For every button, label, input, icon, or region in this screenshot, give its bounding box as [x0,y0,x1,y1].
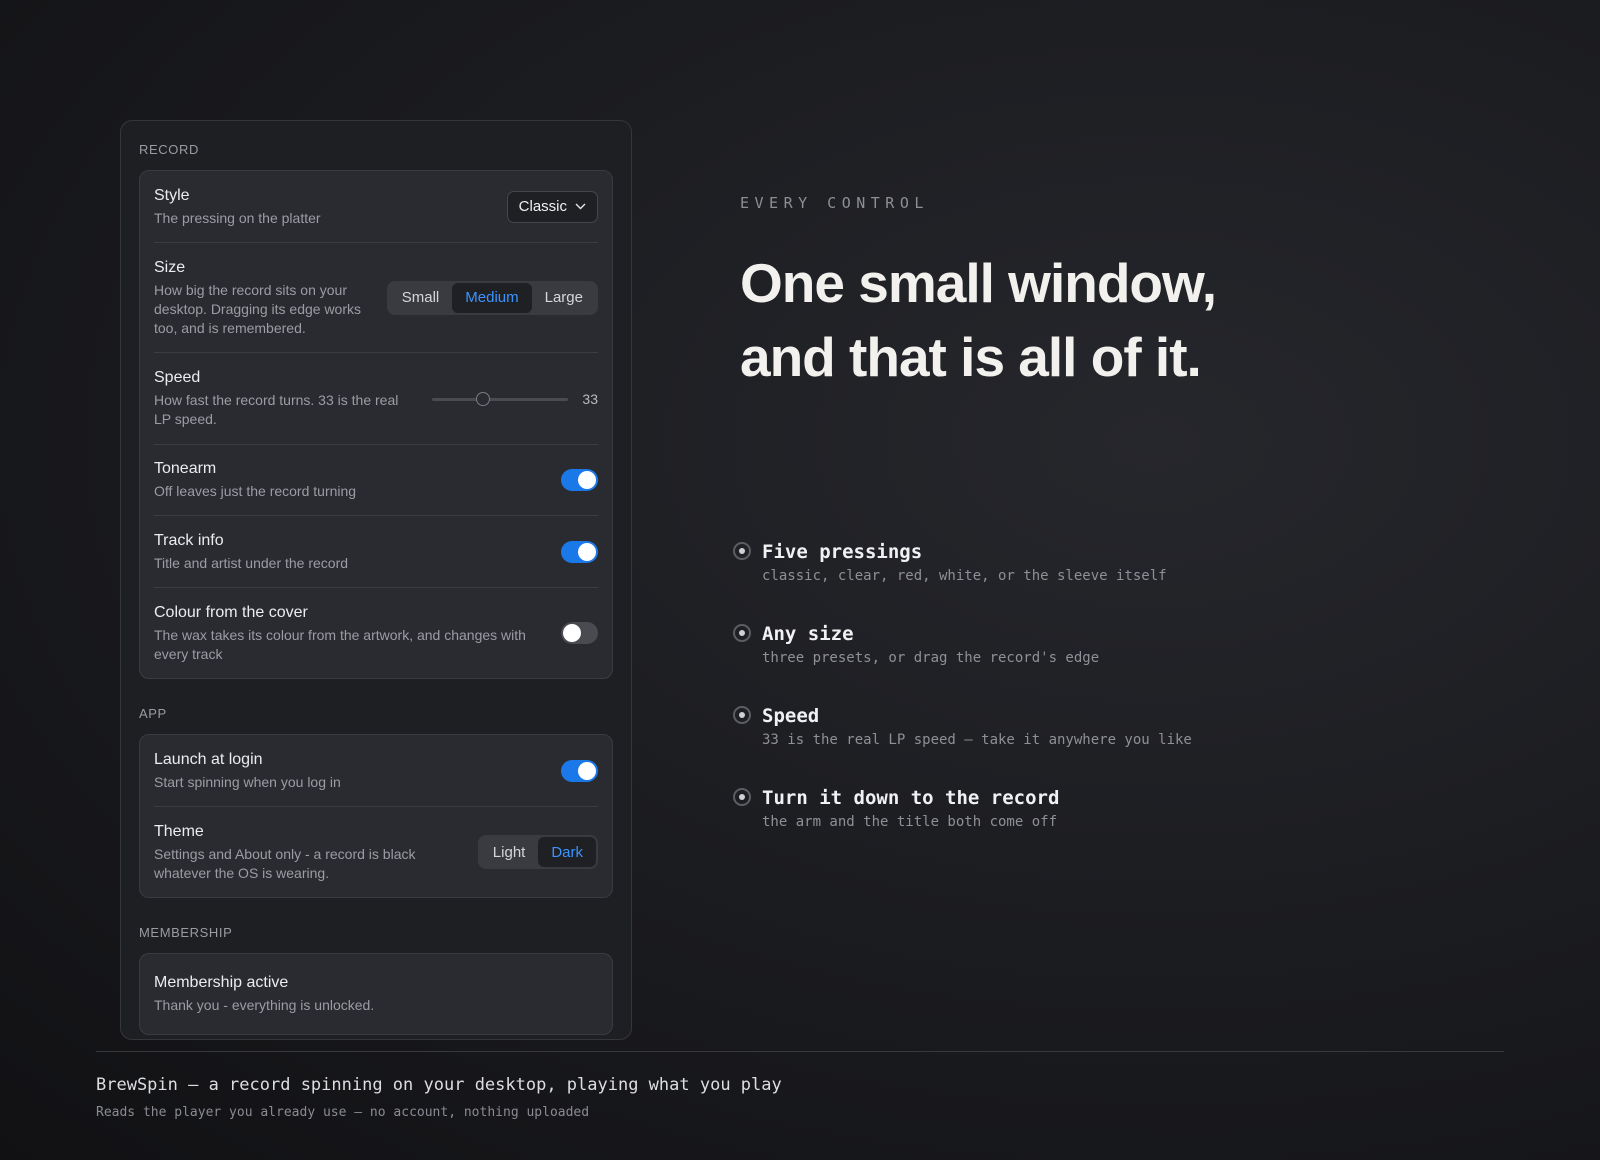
membership-row: Membership active Thank you - everything… [154,954,598,1034]
radio-bullet-icon [733,542,751,560]
eyebrow-label: EVERY CONTROL [740,194,929,212]
feature-list: Five pressings classic, clear, red, whit… [733,540,1192,868]
feature-title: Turn it down to the record [762,787,1060,809]
theme-title: Theme [154,822,204,840]
chevron-down-icon [575,203,586,210]
launch-toggle[interactable] [561,759,598,782]
membership-desc: Thank you - everything is unlocked. [154,997,375,1013]
feature-item: Speed 33 is the real LP speed — take it … [733,704,1192,786]
cover-colour-title: Colour from the cover [154,603,308,621]
theme-desc: Settings and About only - a record is bl… [154,845,416,881]
size-desc: How big the record sits on your desktop.… [154,281,361,336]
theme-option-light[interactable]: Light [480,837,539,867]
speed-slider[interactable] [432,391,568,406]
app-settings-group: Launch at login Start spinning when you … [139,734,613,898]
feature-item: Any size three presets, or drag the reco… [733,622,1192,704]
theme-option-dark[interactable]: Dark [538,837,596,867]
footer-title: BrewSpin — a record spinning on your des… [96,1075,782,1095]
feature-desc: 33 is the real LP speed — take it anywhe… [762,732,1192,748]
feature-title: Five pressings [762,541,923,563]
track-info-row: Track info Title and artist under the re… [154,516,598,588]
style-dropdown-value: Classic [518,198,567,215]
theme-row: Theme Settings and About only - a record… [154,807,598,897]
size-option-small[interactable]: Small [389,283,453,313]
radio-bullet-icon [733,706,751,724]
radio-bullet-icon [733,788,751,806]
feature-item: Five pressings classic, clear, red, whit… [733,540,1192,622]
track-info-title: Track info [154,531,224,549]
feature-title: Speed [762,705,820,727]
footer-subtitle: Reads the player you already use — no ac… [96,1105,590,1120]
track-info-desc: Title and artist under the record [154,554,349,571]
cover-colour-desc: The wax takes its colour from the artwor… [154,626,526,662]
footer-divider [96,1051,1504,1052]
launch-title: Launch at login [154,750,263,768]
section-label-membership: MEMBERSHIP [139,925,233,940]
launch-row: Launch at login Start spinning when you … [154,735,598,807]
style-desc: The pressing on the platter [154,209,321,226]
speed-desc: How fast the record turns. 33 is the rea… [154,392,399,427]
section-label-app: APP [139,706,167,721]
theme-segmented-control: Light Dark [477,835,598,869]
launch-desc: Start spinning when you log in [154,773,341,790]
cover-colour-toggle[interactable] [561,622,598,644]
membership-title: Membership active [154,974,289,991]
record-settings-group: Style The pressing on the platter Classi… [139,170,613,679]
radio-bullet-icon [733,624,751,642]
settings-panel: RECORD Style The pressing on the platter… [120,120,632,1040]
tonearm-desc: Off leaves just the record turning [154,483,357,499]
headline-line-2: and that is all of it. [740,326,1202,388]
feature-desc: three presets, or drag the record's edge [762,650,1100,666]
toggle-knob [578,761,596,780]
toggle-knob [578,542,596,561]
size-option-medium[interactable]: Medium [452,282,532,313]
size-title: Size [154,258,186,276]
size-row: Size How big the record sits on your des… [154,243,598,353]
track-info-toggle[interactable] [561,540,598,563]
feature-desc: classic, clear, red, white, or the sleev… [762,568,1167,584]
section-label-record: RECORD [139,142,199,157]
headline: One small window, and that is all of it. [740,246,1500,394]
tonearm-title: Tonearm [154,460,217,477]
speed-slider-track [432,397,568,401]
toggle-knob [563,624,581,642]
feature-title: Any size [762,623,854,645]
speed-value: 33 [582,390,598,407]
style-dropdown[interactable]: Classic [506,190,598,223]
membership-group: Membership active Thank you - everything… [139,953,613,1035]
speed-title: Speed [154,369,201,386]
size-segmented-control: Small Medium Large [386,280,598,315]
toggle-knob [578,471,596,489]
speed-slider-thumb[interactable] [476,391,490,406]
tonearm-toggle[interactable] [561,469,598,491]
style-row: Style The pressing on the platter Classi… [154,171,598,243]
feature-desc: the arm and the title both come off [762,814,1058,830]
size-option-large[interactable]: Large [532,283,596,313]
cover-colour-row: Colour from the cover The wax takes its … [154,588,598,678]
feature-item: Turn it down to the record the arm and t… [733,786,1192,868]
tonearm-row: Tonearm Off leaves just the record turni… [154,445,598,516]
headline-line-1: One small window, [740,252,1217,314]
style-title: Style [154,186,190,204]
speed-row: Speed How fast the record turns. 33 is t… [154,353,598,445]
